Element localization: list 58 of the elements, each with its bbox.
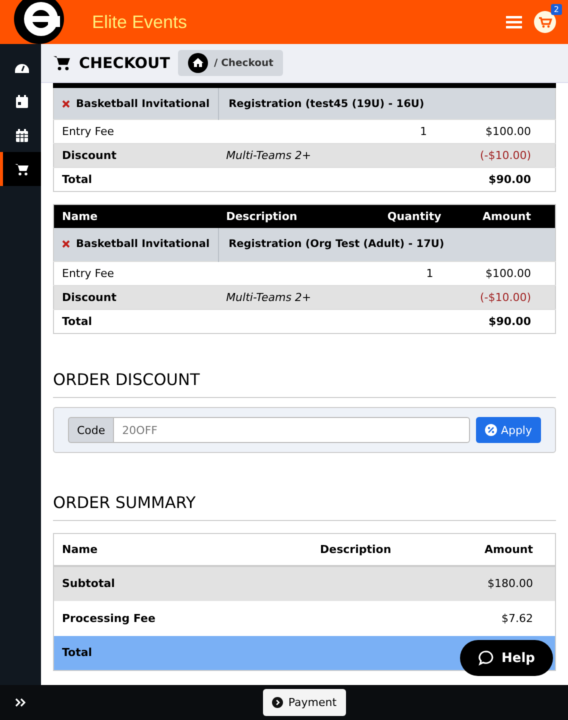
column-header: Description bbox=[218, 204, 375, 228]
remove-icon[interactable] bbox=[62, 100, 70, 108]
table-cell: Multi-Teams 2+ bbox=[218, 286, 450, 310]
event-name: Basketball Invitational bbox=[76, 98, 210, 110]
table-cell: Subtotal bbox=[54, 566, 449, 600]
table-cell: $90.00 bbox=[443, 168, 556, 192]
code-field[interactable]: 20OFF bbox=[114, 417, 470, 443]
column-header: Amount bbox=[448, 534, 556, 566]
column-header: Name bbox=[54, 204, 218, 228]
table-cell: Entry Fee bbox=[54, 262, 218, 286]
remove-icon[interactable] bbox=[62, 240, 70, 248]
calendar-icon bbox=[16, 128, 28, 142]
table-cell: (-$10.00) bbox=[443, 144, 556, 168]
brand-name: Elite Events bbox=[92, 12, 188, 32]
event-name: Basketball Invitational bbox=[76, 238, 210, 250]
cart-icon bbox=[53, 55, 71, 71]
field-label: Code bbox=[68, 417, 114, 443]
table-cell: $100.00 bbox=[443, 120, 556, 144]
table-cell: Discount bbox=[54, 144, 218, 168]
table-cell: $90.00 bbox=[449, 310, 556, 334]
page-title: CHECKOUT bbox=[79, 54, 170, 72]
table-cell: (-$10.00) bbox=[449, 286, 556, 310]
column-header: Description bbox=[260, 534, 449, 566]
column-header: Name bbox=[54, 534, 260, 566]
cart-count-badge: 2 bbox=[550, 4, 562, 15]
gauge-icon bbox=[15, 62, 29, 72]
apply-button[interactable]: Apply bbox=[476, 417, 541, 443]
column-header: Quantity bbox=[374, 204, 450, 228]
table-cell: Discount bbox=[54, 286, 218, 310]
table-cell: Processing Fee bbox=[54, 600, 449, 636]
column-header: Amount bbox=[449, 204, 556, 228]
chevron-circle-icon bbox=[272, 697, 284, 708]
help-button[interactable]: Help bbox=[460, 640, 553, 676]
table-cell: 1 bbox=[218, 262, 450, 286]
table-cell: 1 bbox=[218, 120, 443, 144]
section-heading: ORDER SUMMARY bbox=[53, 493, 556, 521]
payment-button[interactable]: Payment bbox=[263, 689, 346, 716]
table-cell: $100.00 bbox=[449, 262, 556, 286]
registration-name: Registration (test45 (19U) - 16U) bbox=[218, 86, 556, 120]
section-heading: ORDER DISCOUNT bbox=[53, 370, 556, 398]
double-chevron-icon bbox=[15, 698, 26, 707]
chat-bubble-icon bbox=[478, 650, 494, 666]
table-cell: Total bbox=[54, 310, 450, 334]
table-cell: $7.62 bbox=[448, 600, 556, 636]
cart-icon[interactable] bbox=[534, 11, 556, 33]
cart-icon bbox=[15, 162, 29, 176]
sidebar-item[interactable] bbox=[0, 152, 41, 186]
percent-badge-icon bbox=[484, 424, 497, 436]
breadcrumb-item: / Checkout bbox=[214, 58, 274, 68]
table-cell: Multi-Teams 2+ bbox=[218, 144, 443, 168]
menu-icon[interactable] bbox=[506, 15, 522, 29]
table-cell: $180.00 bbox=[448, 566, 556, 600]
table-cell: Entry Fee bbox=[54, 120, 218, 144]
home-icon[interactable] bbox=[188, 53, 208, 73]
logo-icon[interactable] bbox=[14, 0, 64, 44]
table-cell: Total bbox=[54, 168, 443, 192]
calendar-icon bbox=[16, 94, 28, 108]
registration-name: Registration (Org Test (Adult) - 17U) bbox=[218, 228, 556, 262]
